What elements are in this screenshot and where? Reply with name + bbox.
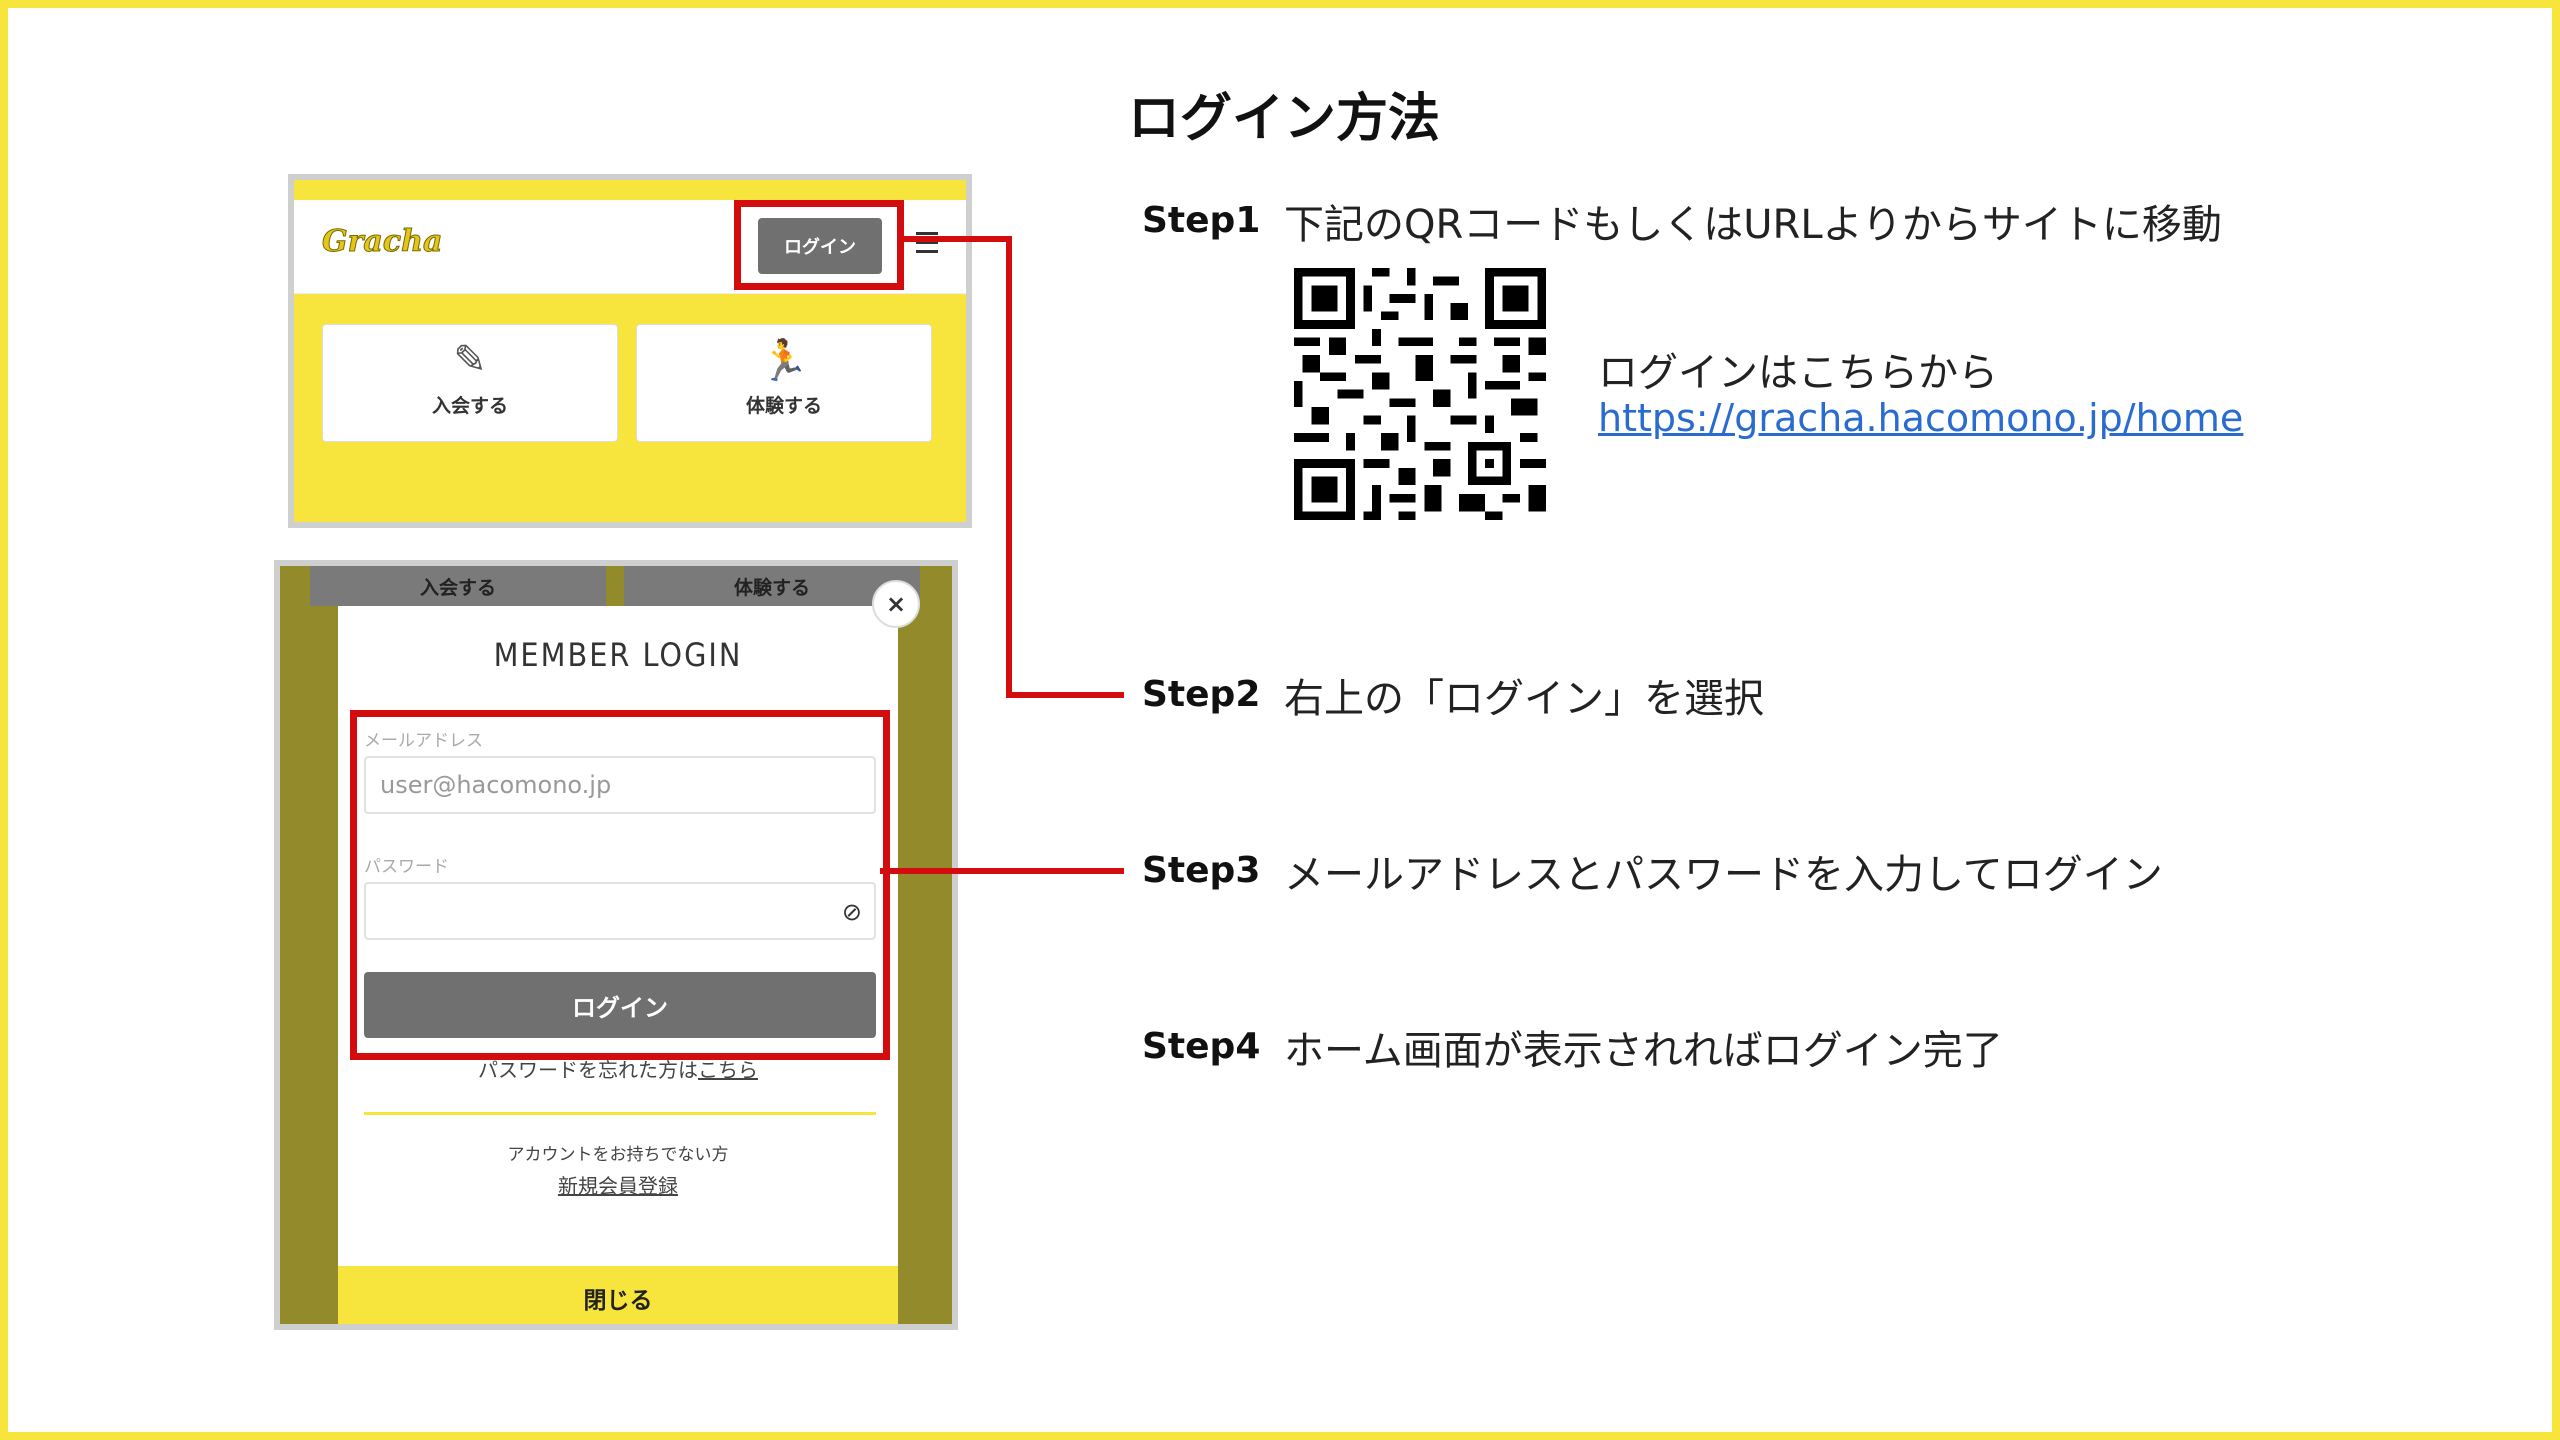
close-icon[interactable]: × [872, 580, 920, 628]
step1-key: Step1 [1142, 200, 1261, 241]
login-modal-screenshot: 入会する 体験する MEMBER LOGIN メールアドレス user@haco… [274, 560, 958, 1330]
pencil-icon: ✎ [453, 337, 487, 383]
step4-key: Step4 [1142, 1026, 1261, 1067]
qr-login-prompt: ログインはこちらから [1598, 350, 1998, 396]
register-link[interactable]: 新規会員登録 [338, 1170, 898, 1199]
site-url-link[interactable]: https://gracha.hacomono.jp/home [1598, 396, 2243, 440]
connector-step2-top [898, 236, 1012, 242]
trial-card-label: 体験する [745, 395, 822, 417]
step1-text: 下記のQRコードもしくはURLよりからサイトに移動 [1284, 202, 2222, 248]
connector-step3 [880, 868, 1124, 874]
forgot-password-link[interactable]: こちら [698, 1058, 758, 1082]
slide: ログイン方法 Gracha ログイン ✎ 入会する 🏃 体験する 入会する 体験… [0, 0, 2560, 1440]
step4-text: ホーム画面が表示されればログイン完了 [1284, 1028, 2003, 1074]
trial-card[interactable]: 🏃 体験する [636, 324, 932, 442]
join-tab-behind: 入会する [310, 566, 606, 606]
close-modal-button[interactable]: 閉じる [338, 1266, 898, 1324]
connector-step2-bottom [1006, 692, 1124, 698]
connector-step2-vertical [1006, 236, 1012, 698]
login-button-highlight [734, 200, 904, 290]
step2-key: Step2 [1142, 674, 1261, 715]
gracha-logo: Gracha [321, 224, 443, 260]
page-title: ログイン方法 [1128, 89, 1441, 149]
step2-text: 右上の「ログイン」を選択 [1284, 676, 1764, 722]
qr-code [1294, 268, 1546, 520]
site-header-screenshot: Gracha ログイン ✎ 入会する 🏃 体験する [288, 174, 972, 528]
no-account-text: アカウントをお持ちでない方 [507, 1145, 729, 1165]
join-card[interactable]: ✎ 入会する [322, 324, 618, 442]
join-card-label: 入会する [431, 395, 508, 417]
modal-title: MEMBER LOGIN [493, 636, 743, 674]
step3-key: Step3 [1142, 850, 1261, 891]
divider [364, 1112, 876, 1115]
running-person-icon: 🏃 [759, 338, 809, 384]
login-form-highlight [350, 710, 890, 1060]
step3-text: メールアドレスとパスワードを入力してログイン [1284, 852, 2163, 898]
forgot-password-text: パスワードを忘れた方は [478, 1058, 698, 1082]
